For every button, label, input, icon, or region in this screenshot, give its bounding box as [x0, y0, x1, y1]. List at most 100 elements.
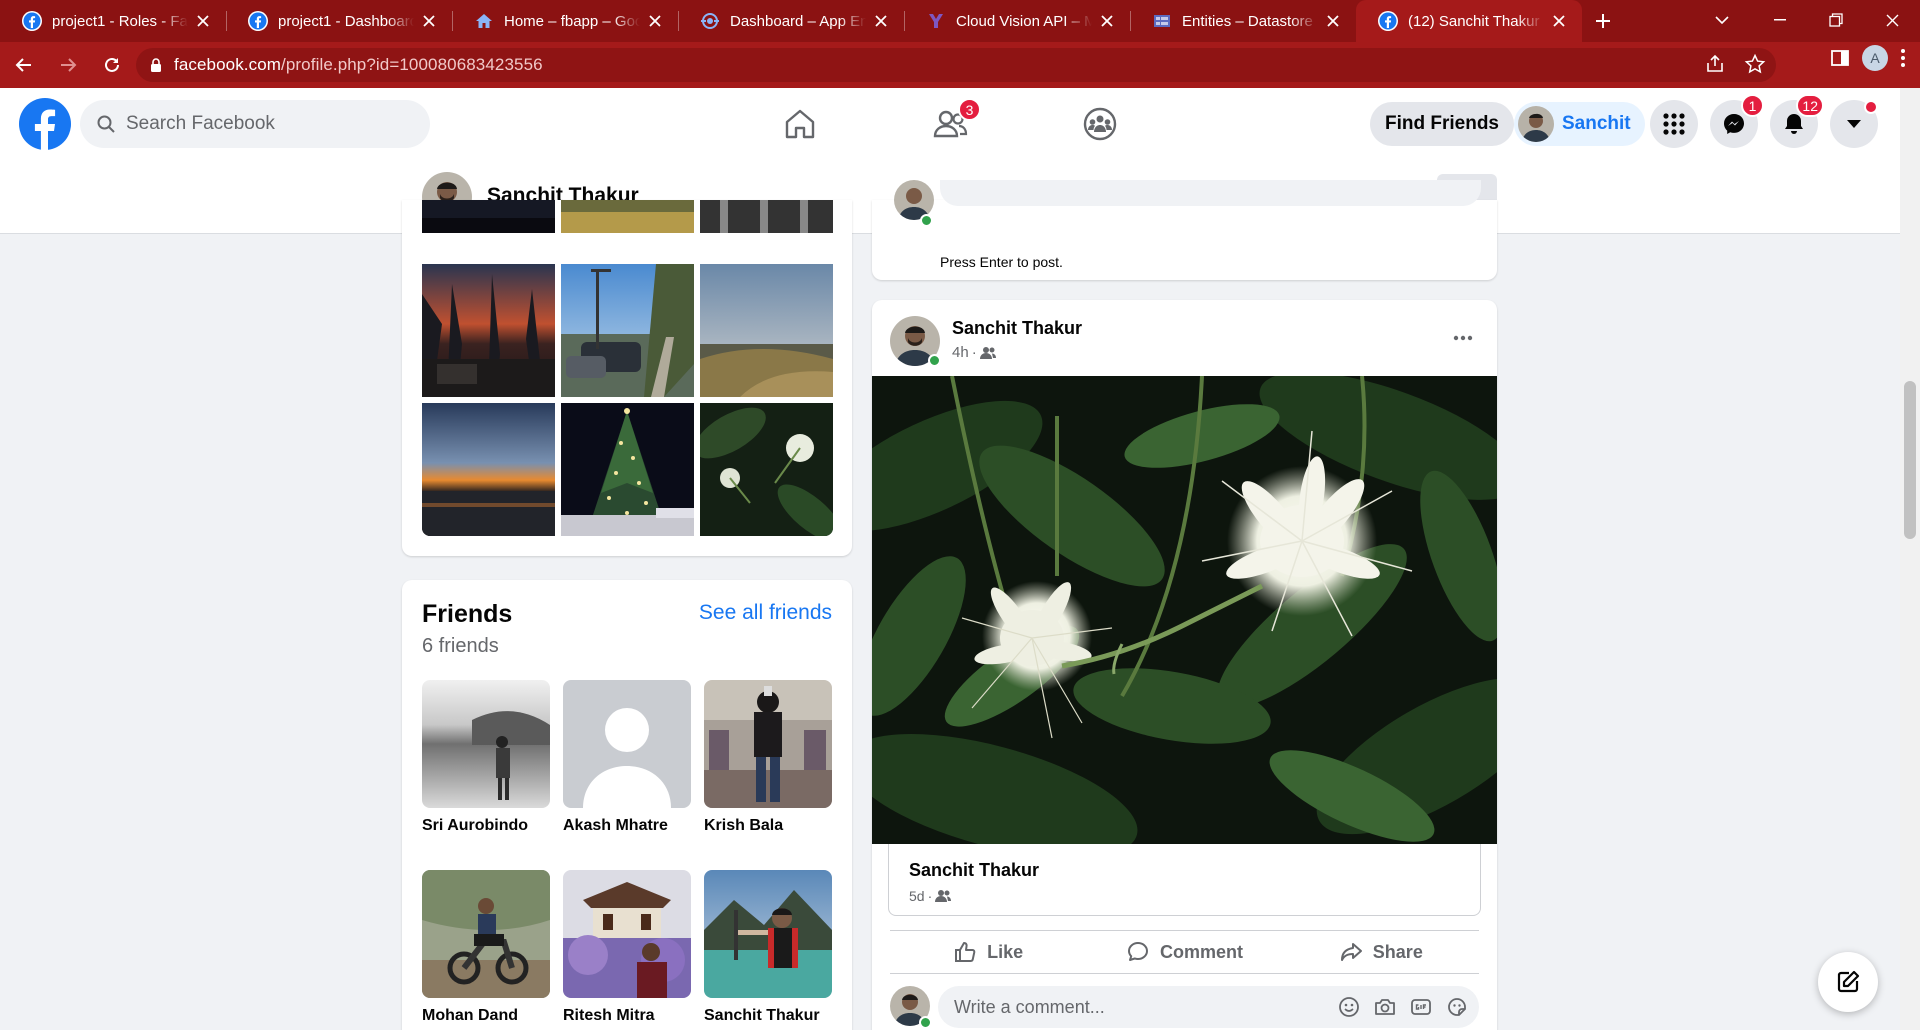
photo-thumbnail[interactable] — [700, 264, 833, 397]
groups-icon — [1083, 107, 1117, 141]
close-window-button[interactable] — [1864, 0, 1920, 40]
find-friends-button[interactable]: Find Friends — [1370, 102, 1514, 146]
side-panel-icon[interactable] — [1830, 48, 1850, 68]
friend-tile[interactable]: Krish Bala — [704, 680, 832, 835]
browser-profile-avatar[interactable]: A — [1862, 45, 1888, 71]
friends-audience-icon[interactable] — [935, 889, 952, 903]
nav-groups[interactable] — [1040, 88, 1160, 160]
friend-name[interactable]: Akash Mhatre — [563, 817, 691, 835]
friend-photo[interactable] — [563, 870, 691, 998]
profile-shortcut[interactable]: Sanchit — [1514, 102, 1645, 146]
friends-audience-icon[interactable] — [979, 346, 996, 360]
search-facebook[interactable] — [80, 100, 430, 148]
friend-photo[interactable] — [563, 680, 691, 808]
photo-thumbnail[interactable] — [561, 200, 694, 233]
plus-icon — [1596, 14, 1610, 28]
browser-tab[interactable]: project1 - Dashboard — [226, 0, 452, 42]
photo-thumbnail[interactable] — [422, 403, 555, 536]
shared-post-author[interactable]: Sanchit Thakur — [909, 860, 1039, 881]
share-button[interactable]: Share — [1283, 931, 1479, 973]
browser-tab[interactable]: Dashboard – App Engine — [678, 0, 904, 42]
post-author[interactable]: Sanchit Thakur — [952, 318, 1082, 339]
bookmark-star-icon[interactable] — [1744, 53, 1766, 75]
close-tab-icon[interactable] — [1550, 12, 1568, 30]
facebook-logo[interactable] — [19, 98, 71, 150]
new-tab-button[interactable] — [1582, 0, 1624, 42]
new-message-button[interactable] — [1818, 952, 1878, 1012]
photo-thumbnail[interactable] — [422, 200, 555, 233]
messenger-button[interactable]: 1 — [1710, 94, 1764, 148]
comment-button[interactable]: Comment — [1086, 931, 1282, 973]
friend-photo[interactable] — [704, 870, 832, 998]
see-all-friends-link[interactable]: See all friends — [699, 601, 832, 625]
shared-post-time[interactable]: 5d — [909, 888, 925, 904]
close-tab-icon[interactable] — [872, 12, 890, 30]
comment-input-cropped[interactable] — [940, 180, 1481, 206]
friend-name[interactable]: Sanchit Thakur — [704, 1007, 832, 1025]
reload-button[interactable] — [92, 45, 132, 85]
close-tab-icon[interactable] — [1324, 12, 1342, 30]
photo-thumbnail[interactable] — [700, 403, 833, 536]
photo-thumbnail[interactable] — [561, 403, 694, 536]
friend-photo[interactable] — [704, 680, 832, 808]
close-tab-icon[interactable] — [420, 12, 438, 30]
photo-thumbnail[interactable] — [422, 264, 555, 397]
friend-name[interactable]: Krish Bala — [704, 817, 832, 835]
friends-title[interactable]: Friends — [422, 600, 512, 629]
menu-button[interactable] — [1650, 100, 1698, 148]
browser-menu-icon[interactable] — [1900, 48, 1906, 68]
post-photo[interactable] — [872, 376, 1497, 844]
friend-photo[interactable] — [422, 680, 550, 808]
post-options-button[interactable] — [1443, 318, 1483, 358]
back-button[interactable] — [4, 45, 44, 85]
like-button[interactable]: Like — [890, 931, 1086, 973]
comment-input[interactable] — [954, 996, 1314, 1018]
friend-name[interactable]: Mohan Dand — [422, 1007, 550, 1025]
more-horizontal-icon — [1453, 335, 1473, 341]
friend-tile[interactable]: Mohan Dand — [422, 870, 550, 1025]
friend-photo[interactable] — [422, 870, 550, 998]
post-time[interactable]: 4h — [952, 344, 969, 361]
close-tab-icon[interactable] — [194, 12, 212, 30]
close-tab-icon[interactable] — [646, 12, 664, 30]
notifications-button[interactable]: 12 — [1770, 94, 1824, 148]
shared-post-attribution[interactable]: Sanchit Thakur 5d · — [888, 844, 1481, 916]
emoji-icon[interactable] — [1337, 995, 1361, 1019]
lock-icon[interactable] — [150, 57, 162, 73]
nav-friends[interactable]: 3 — [890, 88, 1010, 160]
friend-name[interactable]: Sri Aurobindo — [422, 817, 550, 835]
camera-icon[interactable] — [1373, 995, 1397, 1019]
gif-icon[interactable] — [1409, 995, 1433, 1019]
friend-tile[interactable]: Akash Mhatre — [563, 680, 691, 835]
friend-tile[interactable]: Sri Aurobindo — [422, 680, 550, 835]
scrollbar-thumb[interactable] — [1904, 381, 1916, 539]
address-bar[interactable]: facebook.com/profile.php?id=100080683423… — [136, 48, 1776, 82]
facebook-icon — [22, 11, 42, 31]
restore-button[interactable] — [1808, 0, 1864, 40]
photo-thumbnail[interactable] — [561, 264, 694, 397]
comment-box[interactable] — [938, 986, 1479, 1028]
browser-tab[interactable]: Entities – Datastore — [1130, 0, 1356, 42]
tab-search-button[interactable] — [1702, 0, 1742, 40]
search-icon — [97, 115, 115, 133]
account-button[interactable] — [1830, 100, 1878, 148]
photo-thumbnail[interactable] — [700, 200, 833, 233]
browser-tab[interactable]: Home – fbapp – Google Cloud — [452, 0, 678, 42]
browser-tab[interactable]: Cloud Vision API – Marketplace — [904, 0, 1130, 42]
arrow-right-icon — [61, 58, 77, 72]
search-input[interactable] — [126, 113, 386, 135]
browser-tab-active[interactable]: (12) Sanchit Thakur | Facebook — [1356, 0, 1582, 42]
forward-button[interactable] — [48, 45, 88, 85]
close-tab-icon[interactable] — [1098, 12, 1116, 30]
browser-tab[interactable]: project1 - Roles - Facebook — [0, 0, 226, 42]
friend-tile[interactable]: Sanchit Thakur — [704, 870, 832, 1025]
facebook-icon — [248, 11, 268, 31]
friend-tile[interactable]: Ritesh Mitra — [563, 870, 691, 1025]
page-scrollbar[interactable] — [1900, 88, 1920, 1030]
minimize-button[interactable] — [1752, 0, 1808, 40]
friend-name[interactable]: Ritesh Mitra — [563, 1007, 691, 1025]
share-page-icon[interactable] — [1704, 53, 1726, 75]
like-label: Like — [987, 941, 1024, 962]
nav-home[interactable] — [740, 88, 860, 160]
sticker-icon[interactable] — [1445, 995, 1469, 1019]
